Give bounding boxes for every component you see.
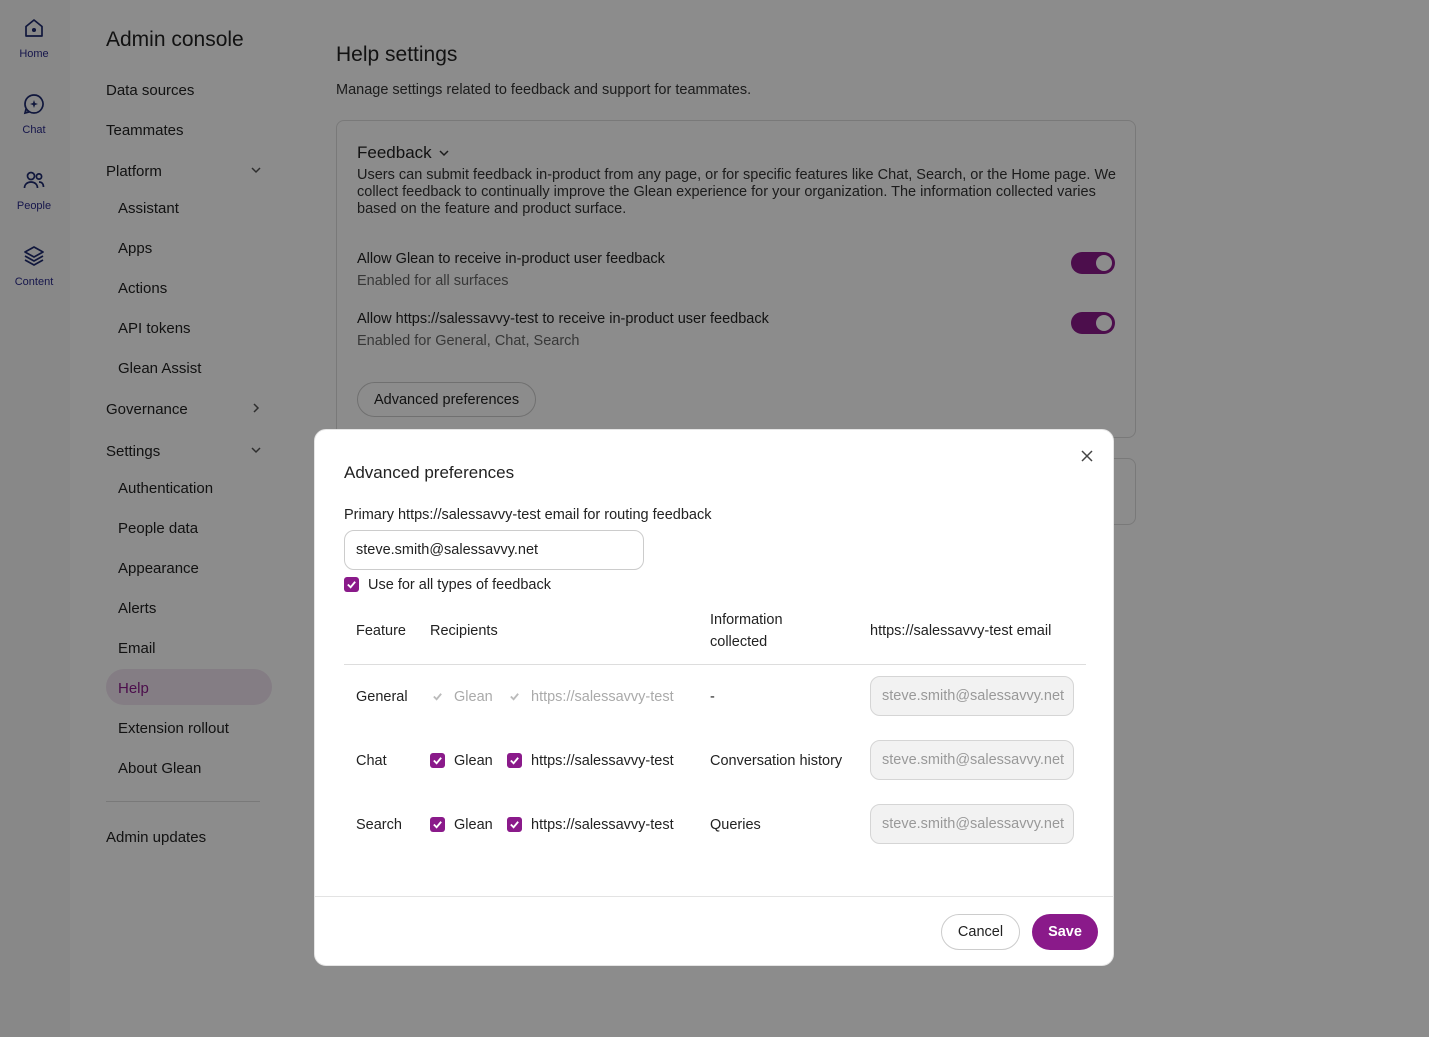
- primary-email-label: Primary https://salessavvy-test email fo…: [344, 507, 712, 523]
- check-icon: [347, 581, 356, 589]
- row-glean-label: Glean: [454, 753, 493, 769]
- primary-email-input[interactable]: [344, 530, 644, 570]
- table-header-divider: [344, 664, 1086, 665]
- general-glean-checkbox: [430, 689, 445, 704]
- row-info: -: [710, 689, 715, 705]
- search-org-checkbox[interactable]: [507, 817, 522, 832]
- row-org-label: https://salessavvy-test: [531, 817, 674, 833]
- check-icon: [433, 693, 442, 701]
- advanced-preferences-modal: Advanced preferences Primary https://sal…: [314, 429, 1114, 966]
- general-org-checkbox: [507, 689, 522, 704]
- search-glean-checkbox[interactable]: [430, 817, 445, 832]
- close-icon[interactable]: [1079, 448, 1095, 464]
- row-feature: Search: [356, 817, 402, 833]
- check-icon: [433, 757, 442, 765]
- modal-title: Advanced preferences: [344, 463, 515, 482]
- row-email-field[interactable]: steve.smith@salessavvy.net: [870, 740, 1074, 780]
- row-info: Queries: [710, 817, 761, 833]
- row-org-label: https://salessavvy-test: [531, 689, 674, 705]
- column-header-info-line2: collected: [710, 634, 768, 650]
- row-glean-label: Glean: [454, 689, 493, 705]
- row-info: Conversation history: [710, 753, 843, 769]
- use-all-checkbox[interactable]: [344, 577, 359, 592]
- row-feature: General: [356, 689, 408, 705]
- chat-glean-checkbox[interactable]: [430, 753, 445, 768]
- check-icon: [510, 693, 519, 701]
- column-header-recipients: Recipients: [430, 623, 498, 639]
- save-button[interactable]: Save: [1032, 914, 1098, 950]
- column-header-feature: Feature: [356, 623, 406, 639]
- check-icon: [433, 821, 442, 829]
- row-email-field[interactable]: steve.smith@salessavvy.net: [870, 804, 1074, 844]
- modal-footer-divider: [315, 896, 1113, 897]
- cancel-button[interactable]: Cancel: [941, 914, 1020, 950]
- row-glean-label: Glean: [454, 817, 493, 833]
- check-icon: [510, 821, 519, 829]
- row-org-label: https://salessavvy-test: [531, 753, 674, 769]
- check-icon: [510, 757, 519, 765]
- column-header-info-line1: Information: [710, 612, 783, 628]
- column-header-email: https://salessavvy-test email: [870, 623, 1052, 639]
- chat-org-checkbox[interactable]: [507, 753, 522, 768]
- row-feature: Chat: [356, 753, 387, 769]
- row-email-field[interactable]: steve.smith@salessavvy.net: [870, 676, 1074, 716]
- use-all-label: Use for all types of feedback: [368, 577, 551, 593]
